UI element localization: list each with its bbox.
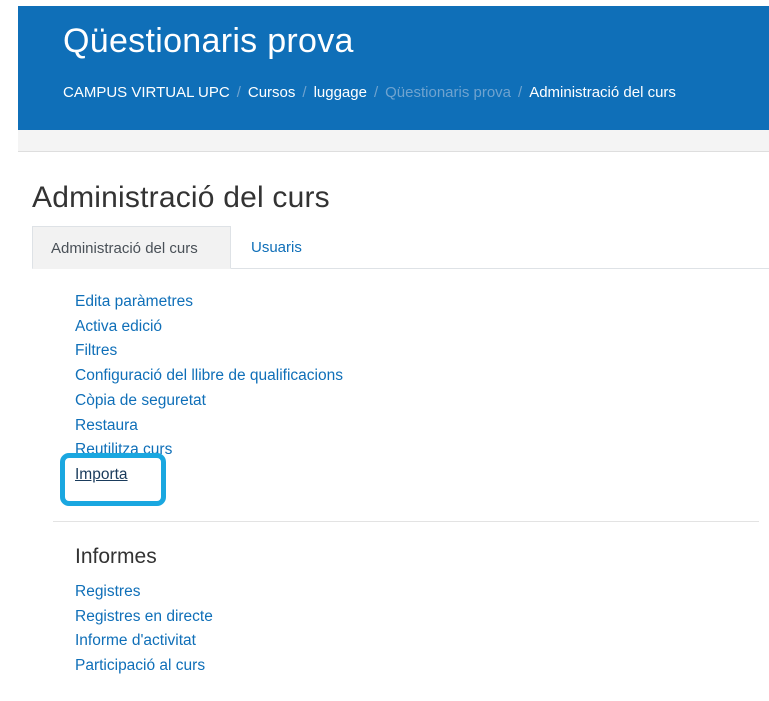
breadcrumb: CAMPUS VIRTUAL UPC / Cursos / luggage / Qüesti… [63, 84, 676, 101]
breadcrumb-campus[interactable]: CAMPUS VIRTUAL UPC [63, 84, 230, 101]
link-filters[interactable]: Filtres [75, 339, 343, 364]
link-edit-settings[interactable]: Edita paràmetres [75, 290, 343, 315]
link-live-logs[interactable]: Registres en directe [75, 605, 213, 630]
tab-users[interactable]: Usuaris [233, 226, 320, 269]
breadcrumb-separator: / [518, 84, 523, 101]
breadcrumb-separator: / [236, 84, 241, 101]
course-title: Qüestionaris prova [63, 22, 354, 60]
breadcrumb-category[interactable]: luggage [314, 84, 367, 101]
breadcrumb-current[interactable]: Administració del curs [529, 84, 676, 101]
tab-bar: Administració del curs Usuaris [32, 226, 769, 269]
breadcrumb-course[interactable]: Qüestionaris prova [385, 84, 511, 101]
reports-heading: Informes [75, 545, 157, 568]
link-activity-report[interactable]: Informe d'activitat [75, 629, 213, 654]
tab-course-administration[interactable]: Administració del curs [32, 226, 231, 269]
link-logs[interactable]: Registres [75, 580, 213, 605]
page-title: Administració del curs [32, 181, 330, 214]
link-gradebook-setup[interactable]: Configuració del llibre de qualificacion… [75, 364, 343, 389]
link-turn-editing-on[interactable]: Activa edició [75, 315, 343, 340]
breadcrumb-separator: / [302, 84, 307, 101]
import-highlight-box [60, 453, 166, 506]
link-restore[interactable]: Restaura [75, 414, 343, 439]
breadcrumb-courses[interactable]: Cursos [248, 84, 296, 101]
reports-links-list: Registres Registres en directe Informe d… [75, 580, 213, 679]
header-bottom-bar [18, 130, 769, 152]
link-backup[interactable]: Còpia de seguretat [75, 389, 343, 414]
breadcrumb-separator: / [373, 84, 379, 101]
course-header: Qüestionaris prova CAMPUS VIRTUAL UPC / Cu… [18, 6, 769, 130]
link-course-participation[interactable]: Participació al curs [75, 654, 213, 679]
section-divider [53, 521, 759, 522]
